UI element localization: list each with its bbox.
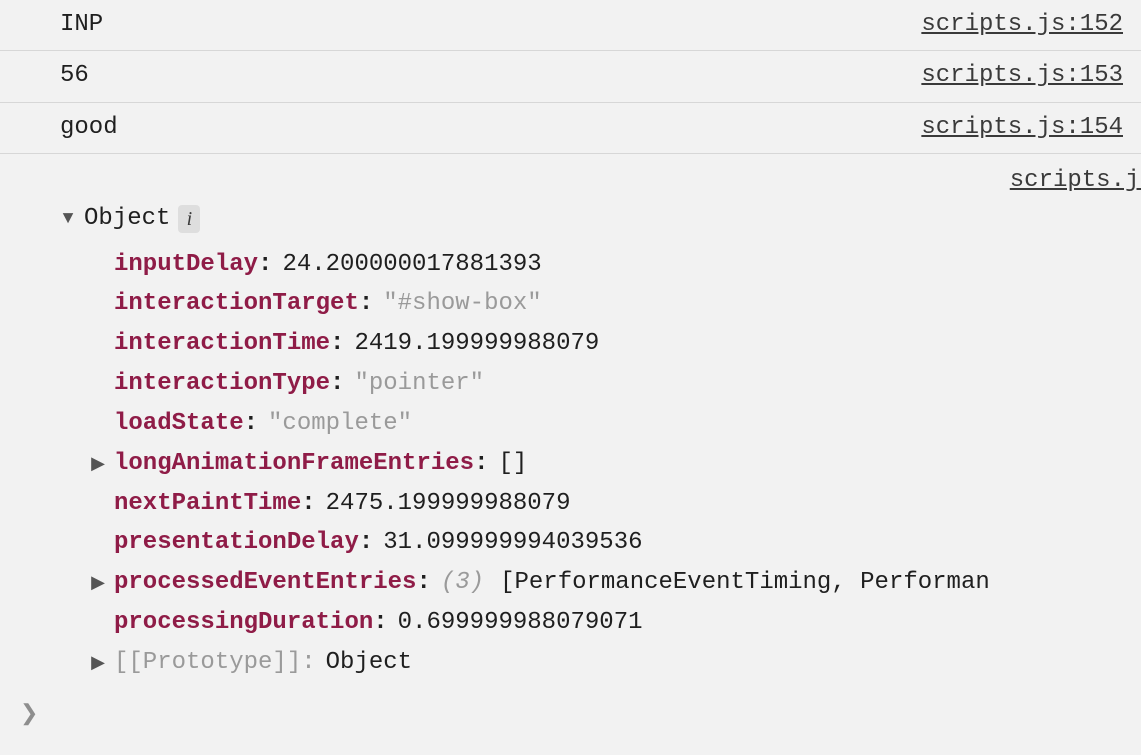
source-link[interactable]: scripts.js:152 bbox=[921, 6, 1123, 44]
disclosure-triangle-open-icon[interactable] bbox=[60, 210, 76, 228]
object-header[interactable]: Object i bbox=[60, 200, 990, 238]
source-link[interactable]: scripts.js:154 bbox=[921, 109, 1123, 147]
source-link[interactable]: scripts.js:155 bbox=[1010, 162, 1141, 200]
log-row-object[interactable]: Object i inputDelay: 24.200000017881393 … bbox=[0, 154, 1141, 689]
arrow-slot[interactable] bbox=[90, 650, 114, 680]
prop-value: "pointer" bbox=[354, 364, 484, 404]
prop-value: 2475.199999988079 bbox=[326, 484, 571, 524]
prop-value: 0.699999988079071 bbox=[398, 603, 643, 643]
prop-key: interactionTarget bbox=[114, 284, 359, 324]
prop-row[interactable]: [[Prototype]]: Object bbox=[90, 643, 990, 683]
prop-row[interactable]: nextPaintTime: 2475.199999988079 bbox=[90, 484, 990, 524]
prop-key: interactionTime bbox=[114, 324, 330, 364]
prop-key: loadState bbox=[114, 404, 244, 444]
prop-key: longAnimationFrameEntries bbox=[114, 444, 474, 484]
prop-value: 31.099999994039536 bbox=[383, 523, 642, 563]
prop-key: nextPaintTime bbox=[114, 484, 301, 524]
log-row[interactable]: good scripts.js:154 bbox=[0, 103, 1141, 154]
object-block: Object i inputDelay: 24.200000017881393 … bbox=[60, 162, 990, 683]
console-output: INP scripts.js:152 56 scripts.js:153 goo… bbox=[0, 0, 1141, 727]
prop-key: processedEventEntries bbox=[114, 563, 416, 603]
prop-row[interactable]: interactionType: "pointer" bbox=[90, 364, 990, 404]
info-icon[interactable]: i bbox=[178, 205, 200, 233]
object-properties: inputDelay: 24.200000017881393 interacti… bbox=[90, 245, 990, 683]
disclosure-triangle-closed-icon[interactable] bbox=[90, 456, 106, 474]
disclosure-triangle-closed-icon[interactable] bbox=[90, 655, 106, 673]
prop-row[interactable]: processingDuration: 0.699999988079071 bbox=[90, 603, 990, 643]
prop-row[interactable]: interactionTarget: "#show-box" bbox=[90, 284, 990, 324]
prop-row[interactable]: interactionTime: 2419.199999988079 bbox=[90, 324, 990, 364]
prop-value: 24.200000017881393 bbox=[282, 245, 541, 285]
log-message: good bbox=[60, 109, 901, 147]
arrow-slot[interactable] bbox=[90, 570, 114, 600]
log-message: INP bbox=[60, 6, 901, 44]
console-prompt[interactable]: ❯ bbox=[0, 689, 1141, 727]
prototype-key: [[Prototype]] bbox=[114, 643, 301, 683]
log-row[interactable]: 56 scripts.js:153 bbox=[0, 51, 1141, 102]
prop-key: inputDelay bbox=[114, 245, 258, 285]
prop-value: 2419.199999988079 bbox=[354, 324, 599, 364]
prop-value: [PerformanceEventTiming, Performan bbox=[500, 563, 990, 603]
prop-row[interactable]: presentationDelay: 31.099999994039536 bbox=[90, 523, 990, 563]
source-link[interactable]: scripts.js:153 bbox=[921, 57, 1123, 95]
log-row[interactable]: INP scripts.js:152 bbox=[0, 0, 1141, 51]
prop-key: interactionType bbox=[114, 364, 330, 404]
prop-row[interactable]: longAnimationFrameEntries: [] bbox=[90, 444, 990, 484]
prop-value: "complete" bbox=[268, 404, 412, 444]
chevron-right-icon: ❯ bbox=[20, 702, 38, 727]
prop-value: "#show-box" bbox=[383, 284, 541, 324]
log-message: 56 bbox=[60, 57, 901, 95]
prop-key: processingDuration bbox=[114, 603, 373, 643]
prop-value: Object bbox=[326, 643, 412, 683]
prop-key: presentationDelay bbox=[114, 523, 359, 563]
disclosure-triangle-closed-icon[interactable] bbox=[90, 575, 106, 593]
prop-row[interactable]: loadState: "complete" bbox=[90, 404, 990, 444]
object-label: Object bbox=[84, 200, 170, 238]
prop-row[interactable]: inputDelay: 24.200000017881393 bbox=[90, 245, 990, 285]
prop-row[interactable]: processedEventEntries: (3) [PerformanceE… bbox=[90, 563, 990, 603]
arrow-slot[interactable] bbox=[90, 451, 114, 481]
prop-value: [] bbox=[498, 444, 527, 484]
array-count: (3) bbox=[441, 563, 484, 603]
